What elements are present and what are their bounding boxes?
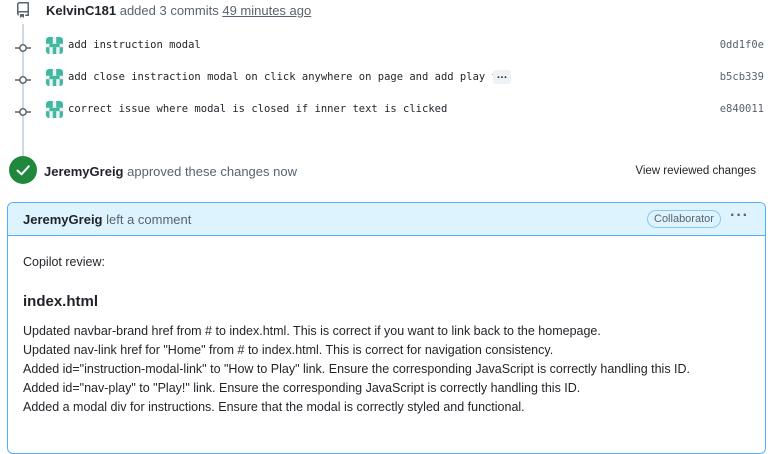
avatar[interactable] [46,37,63,54]
comment-action: left a comment [106,212,192,227]
git-commit-icon [15,73,31,85]
commit-message[interactable]: add instruction modal [68,39,201,51]
commit-sha[interactable]: b5cb339 [720,71,764,83]
review-note: Updated navbar-brand href from # to inde… [23,324,601,338]
push-event: KelvinC181 added 3 commits 49 minutes ag… [0,0,772,24]
review-comment: JeremyGreig left a comment Collaborator … [7,202,766,454]
repo-push-icon [15,2,31,18]
git-commit-icon [15,105,31,117]
push-summary: KelvinC181 added 3 commits 49 minutes ag… [46,3,311,18]
commit-message[interactable]: add close instraction modal on click any… [68,71,511,83]
avatar[interactable] [46,101,63,118]
approval-author-link[interactable]: JeremyGreig [44,164,124,179]
comment-header: JeremyGreig left a comment Collaborator … [8,203,765,236]
commit-sha[interactable]: 0dd1f0e [720,39,764,51]
review-approved-event: JeremyGreig approved these changes now V… [0,155,772,187]
commit-sha[interactable]: e840011 [720,103,764,115]
push-action: added 3 commits [119,3,219,18]
git-commit-icon [15,41,31,53]
review-note: Added id="nav-play" to "Play!" link. Ens… [23,381,581,395]
view-reviewed-changes-link[interactable]: View reviewed changes [635,165,756,177]
review-note: Updated nav-link href for "Home" from # … [23,343,554,357]
approval-summary: JeremyGreig approved these changes now [44,164,297,179]
file-heading: index.html [23,293,99,310]
comment-author-link[interactable]: JeremyGreig [23,212,103,227]
commit-row: add close instraction modal on click any… [0,67,772,91]
push-author-link[interactable]: KelvinC181 [46,3,116,18]
comment-intro: Copilot review: [23,255,105,269]
kebab-menu-icon[interactable]: ··· [730,207,749,225]
avatar[interactable] [46,69,63,86]
comment-body: Copilot review: index.html Updated navba… [23,245,753,417]
approval-text: approved these changes now [127,164,297,179]
push-time-link[interactable]: 49 minutes ago [222,3,311,18]
check-icon [9,156,37,184]
review-note: Added a modal div for instructions. Ensu… [23,400,525,414]
expand-message-button[interactable]: … [493,70,511,84]
commit-row: add instruction modal 0dd1f0e [0,35,772,59]
collaborator-badge: Collaborator [647,210,721,228]
commit-message[interactable]: correct issue where modal is closed if i… [68,103,447,115]
comment-header-text: JeremyGreig left a comment [23,212,191,227]
review-note: Added id="instruction-modal-link" to "Ho… [23,362,691,376]
commit-row: correct issue where modal is closed if i… [0,99,772,123]
review-notes: Updated navbar-brand href from # to inde… [23,322,753,417]
